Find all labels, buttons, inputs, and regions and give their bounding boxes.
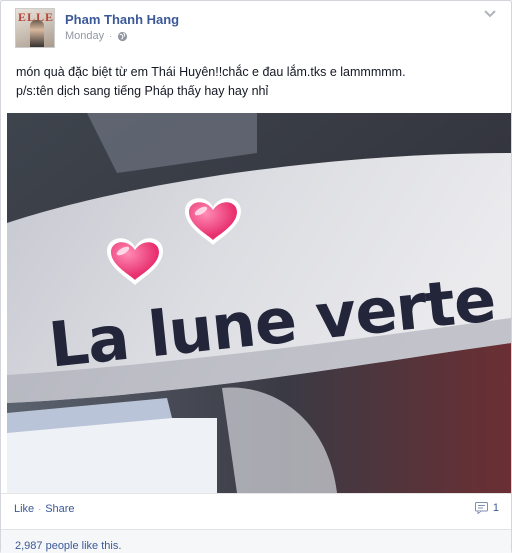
comment-icon [474, 502, 488, 514]
comment-count[interactable]: 1 [474, 502, 499, 514]
author-name[interactable]: Pham Thanh Hang [65, 12, 179, 27]
post-photo[interactable]: La lune verte [7, 113, 511, 493]
like-button[interactable]: Like [14, 503, 34, 515]
divider [1, 493, 511, 494]
globe-icon[interactable] [117, 31, 128, 42]
share-button[interactable]: Share [45, 503, 74, 515]
likes-summary[interactable]: 2,987 people like this. [15, 540, 121, 552]
avatar[interactable]: ELLE [15, 8, 55, 48]
chevron-down-icon[interactable] [483, 9, 497, 19]
post-meta: Monday · [65, 30, 128, 42]
post-actions: Like · Share [14, 503, 75, 515]
post-text-line: p/s:tên dịch sang tiếng Pháp thấy hay ha… [16, 84, 269, 98]
timestamp[interactable]: Monday [65, 30, 104, 42]
post-card: ELLE Pham Thanh Hang Monday · món quà đặ… [0, 0, 512, 553]
avatar-figure [30, 20, 44, 47]
post-header: ELLE Pham Thanh Hang Monday · [15, 8, 495, 48]
post-text: món quà đặc biệt từ em Thái Huyên!!chắc … [16, 63, 496, 101]
meta-separator: · [109, 31, 113, 41]
comment-count-value: 1 [492, 502, 499, 514]
post-text-line: món quà đặc biệt từ em Thái Huyên!!chắc … [16, 65, 406, 79]
action-separator: · [38, 504, 42, 514]
